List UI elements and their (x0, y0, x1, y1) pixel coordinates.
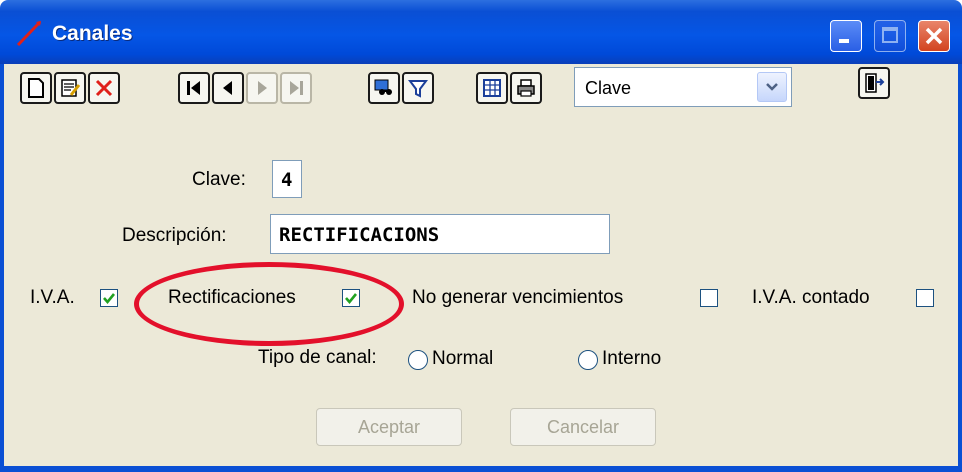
print-button[interactable] (510, 72, 542, 104)
radio-normal[interactable] (408, 350, 428, 370)
previous-record-icon (223, 81, 232, 95)
aceptar-button[interactable]: Aceptar (316, 408, 462, 446)
close-button[interactable] (918, 20, 950, 52)
red-slash-icon (16, 20, 42, 47)
exit-button[interactable] (858, 67, 890, 99)
grid-view-icon (483, 79, 501, 97)
maximize-icon (882, 27, 898, 43)
tipo-canal-label: Tipo de canal: (258, 347, 377, 368)
radio-normal-label[interactable]: Normal (432, 348, 493, 370)
chevron-down-icon[interactable] (757, 72, 787, 102)
grid-view-button[interactable] (476, 72, 508, 104)
descripcion-field[interactable]: RECTIFICACIONS (270, 214, 610, 254)
radio-interno-label[interactable]: Interno (602, 348, 661, 370)
print-icon (517, 79, 535, 97)
window-title: Canales (52, 22, 133, 45)
maximize-button[interactable] (874, 20, 906, 52)
sort-select[interactable]: Clave (574, 67, 792, 107)
canales-window: Canales Clave Clave: 4 Descripción: RECT… (0, 0, 962, 472)
first-record-button[interactable] (178, 72, 210, 104)
descripcion-label: Descripción: (122, 225, 227, 246)
filter-button[interactable] (402, 72, 434, 104)
exit-door-icon (865, 73, 885, 93)
window-body (0, 64, 962, 472)
last-record-button[interactable] (280, 72, 312, 104)
cancelar-button[interactable]: Cancelar (510, 408, 656, 446)
radio-interno[interactable] (578, 350, 598, 370)
checkmark-icon (103, 293, 116, 305)
highlight-oval (134, 262, 404, 346)
iva-contado-label: I.V.A. contado (752, 287, 870, 308)
last-record-icon (290, 81, 303, 95)
iva-checkbox[interactable] (100, 289, 118, 307)
search-icon (374, 79, 392, 95)
previous-record-button[interactable] (212, 72, 244, 104)
iva-contado-checkbox[interactable] (916, 289, 934, 307)
edit-record-button[interactable] (54, 72, 86, 104)
delete-icon (95, 79, 113, 97)
new-record-button[interactable] (20, 72, 52, 104)
filter-icon (408, 80, 428, 98)
clave-field[interactable]: 4 (272, 160, 302, 198)
no-generar-checkbox[interactable] (700, 289, 718, 307)
minimize-button[interactable] (830, 20, 862, 52)
iva-label: I.V.A. (30, 287, 75, 308)
clave-label: Clave: (192, 169, 246, 190)
delete-record-button[interactable] (88, 72, 120, 104)
sort-select-value: Clave (585, 78, 632, 98)
first-record-icon (187, 81, 200, 95)
edit-icon (61, 79, 81, 97)
title-bar[interactable]: Canales (0, 0, 962, 64)
close-icon (925, 27, 943, 45)
search-button[interactable] (368, 72, 400, 104)
no-generar-label: No generar vencimientos (412, 287, 624, 308)
new-document-icon (28, 78, 44, 98)
minimize-icon (839, 39, 849, 43)
next-record-icon (258, 81, 267, 95)
next-record-button[interactable] (246, 72, 278, 104)
